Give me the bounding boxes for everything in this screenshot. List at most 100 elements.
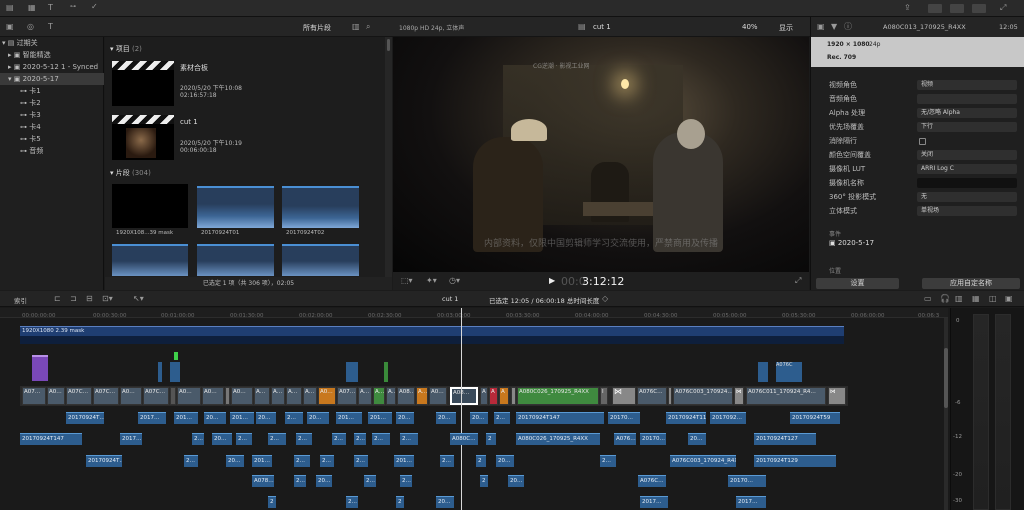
audio-role-select[interactable] xyxy=(917,94,1017,104)
fullscreen-icon[interactable]: ⤢ xyxy=(1000,4,1006,12)
audio-clip[interactable]: 2017092… xyxy=(710,412,746,424)
storyline-clip[interactable]: A076C011_170924_R4… xyxy=(746,387,826,405)
storyline-clip[interactable]: A… xyxy=(416,387,428,405)
share-icon[interactable]: ⇪ xyxy=(904,4,911,12)
storyline-clip[interactable]: A0… xyxy=(177,387,201,405)
zoom-menu[interactable]: 40% xyxy=(742,23,758,31)
video-inspector-icon[interactable]: ▣ xyxy=(817,23,825,31)
audio-clip[interactable]: 20… xyxy=(212,433,232,445)
connected-clip[interactable] xyxy=(32,355,48,381)
audio-clip[interactable]: 2… xyxy=(354,433,366,445)
audio-clip[interactable]: 2… xyxy=(440,455,454,467)
clip-thumbnail[interactable] xyxy=(197,186,274,228)
connected-clip[interactable]: A076C xyxy=(776,362,802,382)
audio-clip[interactable]: 201… xyxy=(394,455,414,467)
audio-clip[interactable]: 2 xyxy=(480,475,488,487)
audio-clip[interactable]: 2… xyxy=(268,433,286,445)
audio-clip[interactable]: 201… xyxy=(368,412,392,424)
audio-clip[interactable]: 20… xyxy=(226,455,244,467)
audio-clip[interactable]: 20170924T127 xyxy=(754,433,816,445)
audio-skimming-icon[interactable]: 🎧 xyxy=(940,295,950,303)
audio-clip[interactable]: A076C… xyxy=(638,475,666,487)
timeline-toggle[interactable] xyxy=(950,4,964,13)
alpha-select[interactable]: 无/忽略 Alpha xyxy=(917,108,1017,118)
gap-clip[interactable]: ⋈ xyxy=(734,387,744,405)
storyline-clip[interactable]: A xyxy=(489,387,498,405)
library-icon[interactable]: ▤ xyxy=(6,4,14,12)
audio-clip[interactable]: 20… xyxy=(470,412,488,424)
project-thumbnail[interactable] xyxy=(112,61,174,106)
storyline-clip[interactable]: A… xyxy=(303,387,317,405)
storyline-clip[interactable]: A… xyxy=(386,387,396,405)
audio-clip[interactable]: 2 xyxy=(486,433,496,445)
clip-thumbnail[interactable] xyxy=(197,244,274,276)
stereo-mode-select[interactable]: 单视场 xyxy=(917,206,1017,216)
projection-select[interactable]: 无 xyxy=(917,192,1017,202)
audio-clip[interactable]: A076C003_170924_R4XX xyxy=(670,455,736,467)
audio-clip[interactable]: 20170924T… xyxy=(66,412,104,424)
clip-thumbnail[interactable] xyxy=(282,186,359,228)
titles-sidebar-icon[interactable]: T xyxy=(48,23,53,31)
connected-clip[interactable] xyxy=(158,362,162,382)
audio-clip[interactable]: 2… xyxy=(320,455,334,467)
audio-clip[interactable]: 20170924T… xyxy=(86,455,122,467)
append-icon[interactable]: ⊟ xyxy=(86,295,93,303)
storyline-clip[interactable]: A0… xyxy=(120,387,142,405)
storyline-clip[interactable]: A07C… xyxy=(93,387,119,405)
audio-clip[interactable]: 2… xyxy=(296,433,312,445)
storyline-clip[interactable]: A… xyxy=(358,387,372,405)
storyline-clip[interactable]: A07C… xyxy=(143,387,169,405)
browser-toggle[interactable] xyxy=(928,4,942,13)
library-item-selected[interactable]: ▾ ▣ 2020-5-17 xyxy=(0,73,104,85)
checkmark-icon[interactable]: ✓ xyxy=(91,3,98,11)
storyline-clip[interactable]: A0… xyxy=(318,387,336,405)
color-space-select[interactable]: 关闭 xyxy=(917,150,1017,160)
storyline-clip[interactable]: A080C026_170925_R4XX xyxy=(517,387,599,405)
timeline-scrollbar[interactable] xyxy=(944,318,948,510)
solo-icon[interactable]: ▥ xyxy=(955,295,963,303)
audio-clip[interactable]: 2… xyxy=(332,433,346,445)
storyline-clip[interactable]: A076C003_170924… xyxy=(673,387,733,405)
audio-clip[interactable]: 2017… xyxy=(138,412,166,424)
library-keyword[interactable]: ⊶ 卡4 xyxy=(0,121,104,133)
audio-clip[interactable]: A080C026_170925_R4XX xyxy=(516,433,600,445)
gap-clip[interactable]: ⋈ xyxy=(828,387,846,405)
clip-appearance-icon[interactable]: ▦ xyxy=(972,295,980,303)
storyline-clip[interactable]: A076C… xyxy=(637,387,667,405)
transition[interactable] xyxy=(170,387,176,405)
deinterlace-checkbox[interactable] xyxy=(919,138,926,145)
camera-name-field[interactable] xyxy=(917,178,1017,188)
connected-clip[interactable] xyxy=(170,362,180,382)
connect-icon[interactable]: ⊏ xyxy=(54,295,61,303)
event-location[interactable]: ▣ 2020-5-17 xyxy=(829,239,874,247)
storyline-clip[interactable]: A0… xyxy=(429,387,447,405)
storyline-clip[interactable]: A07… xyxy=(22,387,46,405)
insert-icon[interactable]: ⊐ xyxy=(70,295,77,303)
clips-section-header[interactable]: ▾ 片段 (304) xyxy=(110,168,151,178)
audio-clip[interactable]: 20… xyxy=(204,412,226,424)
play-icon[interactable]: ▶ xyxy=(549,276,555,285)
audio-clip[interactable]: 20170924T147 xyxy=(20,433,82,445)
select-tool-icon[interactable]: ↖▾ xyxy=(133,295,144,303)
library-keyword[interactable]: ⊶ 音频 xyxy=(0,145,104,157)
camera-lut-select[interactable]: ARRI Log C xyxy=(917,164,1017,174)
library-item[interactable]: ▸ ▣ 智能精选 xyxy=(0,49,104,61)
audio-clip[interactable]: 20… xyxy=(436,412,456,424)
storyline-clip[interactable]: A xyxy=(480,387,488,405)
clip-thumbnail[interactable] xyxy=(112,184,188,228)
snapping-icon[interactable]: ▭ xyxy=(924,295,932,303)
audio-clip[interactable]: 2017… xyxy=(640,496,668,508)
library-item[interactable]: ▾ ▤ 过期关 xyxy=(0,37,104,49)
transitions-icon[interactable]: ▣ xyxy=(1005,295,1013,303)
audio-clip[interactable]: 2… xyxy=(294,455,310,467)
effects-icon[interactable]: ◫ xyxy=(989,295,997,303)
audio-clip[interactable]: 20… xyxy=(256,412,276,424)
audio-clip[interactable]: 20170924T59 xyxy=(790,412,840,424)
library-item[interactable]: ▸ ▣ 2020-5-12 1 - Synced xyxy=(0,61,104,73)
audio-clip[interactable]: 20170… xyxy=(640,433,666,445)
project-thumbnail[interactable] xyxy=(112,115,174,160)
speed-icon[interactable]: ◷▾ xyxy=(449,277,460,285)
connected-clip[interactable] xyxy=(384,362,388,382)
audio-clip[interactable]: 20… xyxy=(316,475,332,487)
audio-clip[interactable]: 20… xyxy=(496,455,514,467)
